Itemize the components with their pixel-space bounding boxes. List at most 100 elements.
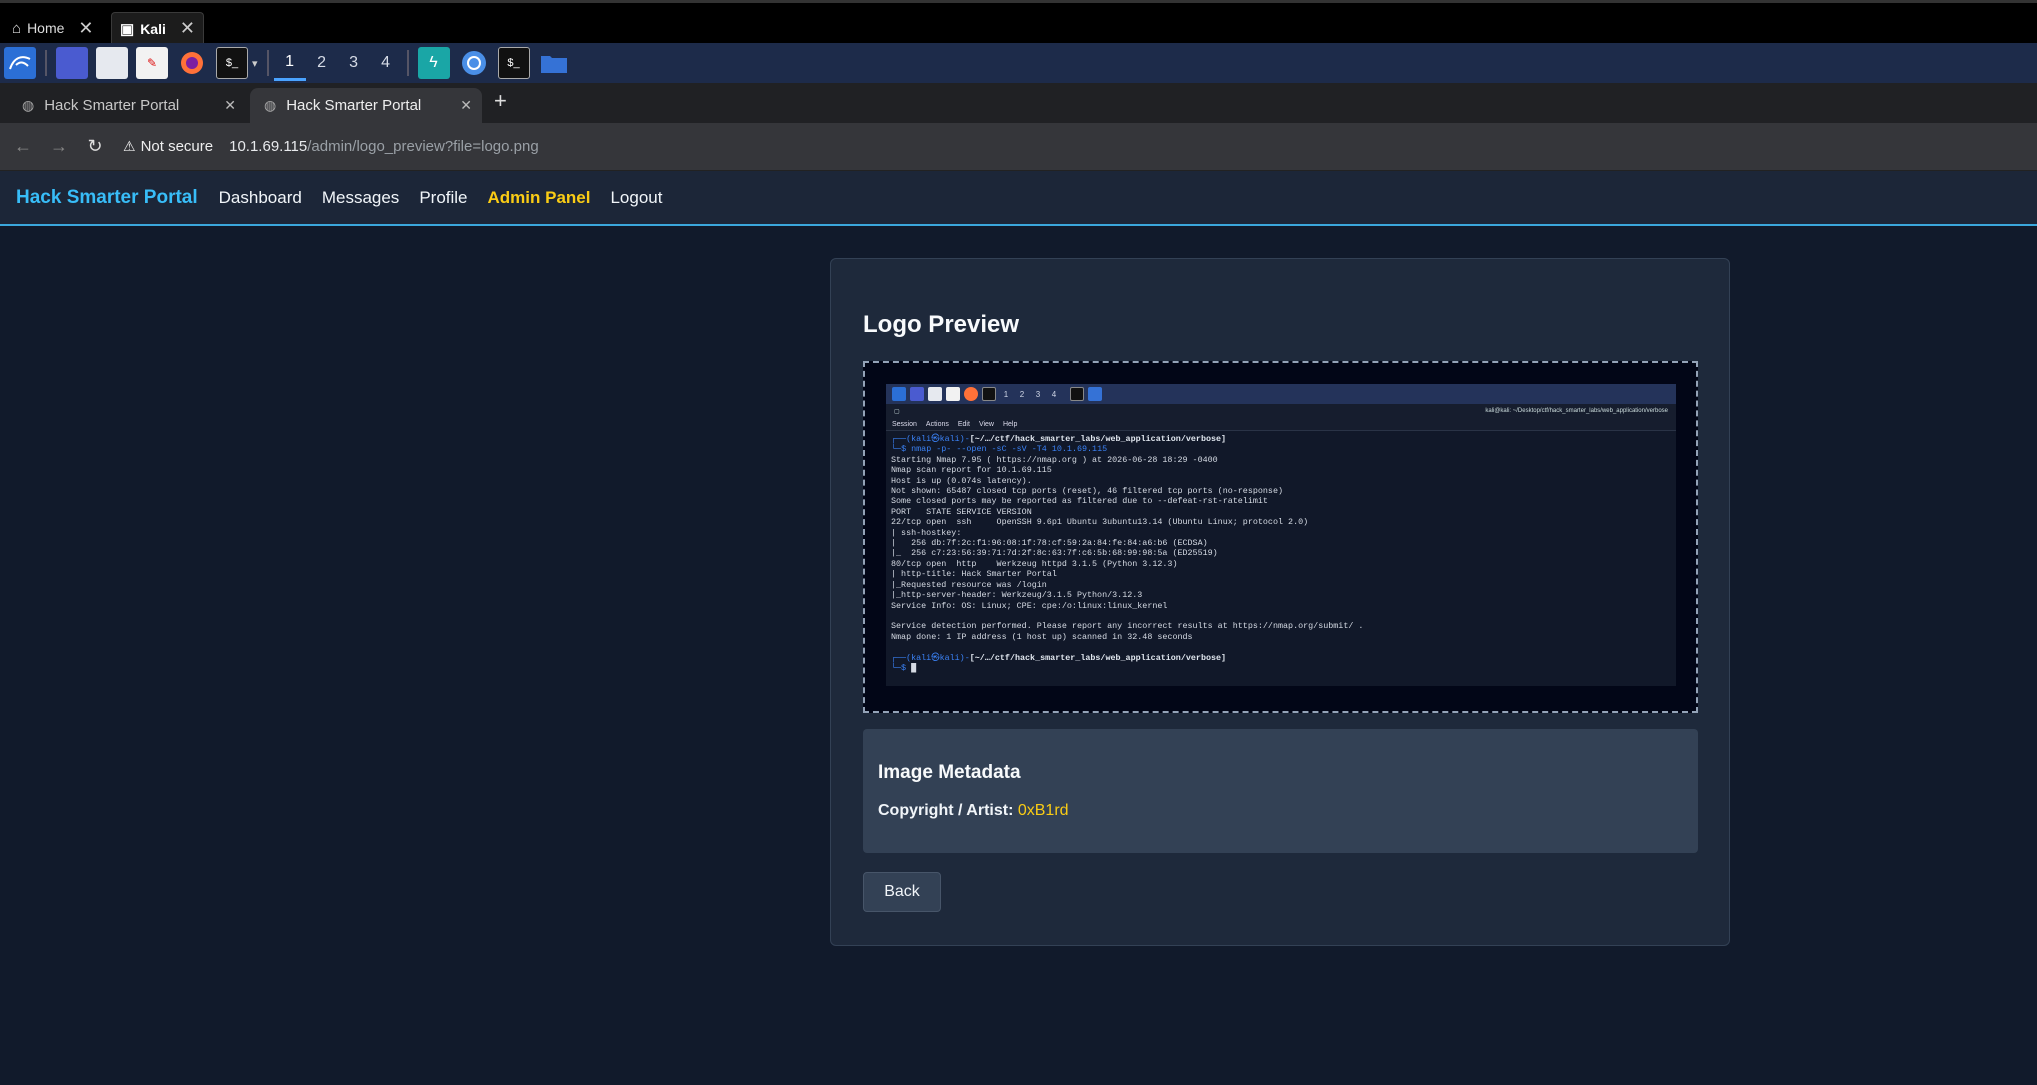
back-button[interactable]: Back	[863, 872, 941, 912]
folder-icon	[1088, 387, 1102, 401]
chevron-down-icon[interactable]: ▾	[252, 57, 258, 70]
logo-preview-frame: 1 2 3 4 ▢ kali@kali: ~/Desktop/ctf/hack_…	[863, 361, 1698, 713]
nav-logout[interactable]: Logout	[610, 188, 662, 208]
menu-help: Help	[1002, 420, 1018, 428]
browser-tab-label: Hack Smarter Portal	[286, 97, 422, 114]
chromium-icon[interactable]	[458, 47, 490, 79]
security-label: Not secure	[140, 138, 214, 155]
browser-tab[interactable]: ◍ Hack Smarter Portal ✕	[8, 88, 246, 123]
close-icon[interactable]: ✕	[224, 97, 236, 114]
terminal-line: |_http-server-header: Werkzeug/3.1.5 Pyt…	[891, 590, 1143, 601]
vm-tab-strip: ⌂ Home ✕ ▣ Kali ✕	[0, 0, 2037, 44]
browser-tab-active[interactable]: ◍ Hack Smarter Portal ✕	[250, 88, 482, 123]
terminal-icon	[982, 387, 996, 401]
desktop-icon	[910, 387, 924, 401]
kali-menu-icon[interactable]	[4, 47, 36, 79]
url-path: /admin/logo_preview?file=logo.png	[307, 138, 539, 155]
terminal-line: Nmap done: 1 IP address (1 host up) scan…	[891, 631, 1193, 642]
panel-separator	[45, 50, 47, 76]
metadata-label: Copyright / Artist:	[878, 802, 1014, 819]
address-bar: ← → ↻ ⚠ Not secure 10.1.69.115/admin/log…	[0, 123, 2037, 171]
page-title: Logo Preview	[863, 311, 1020, 338]
terminal-window-title: kali@kali: ~/Desktop/ctf/hack_smarter_la…	[1485, 408, 1668, 414]
nav-admin-panel[interactable]: Admin Panel	[488, 188, 591, 208]
terminal-line: 80/tcp open http Werkzeug httpd 3.1.5 (P…	[891, 558, 1178, 569]
terminal-line: Nmap scan report for 10.1.69.115	[891, 465, 1052, 476]
url-field[interactable]: 10.1.69.115/admin/logo_preview?file=logo…	[229, 138, 539, 155]
vm-tab-label: Home	[27, 20, 65, 36]
terminal-line: Not shown: 65487 closed tcp ports (reset…	[891, 486, 1284, 497]
globe-icon: ◍	[264, 97, 277, 113]
menu-edit: Edit	[957, 420, 970, 428]
site-navbar: Hack Smarter Portal Dashboard Messages P…	[0, 171, 2037, 226]
menu-actions: Actions	[925, 420, 949, 428]
vm-tab-kali[interactable]: ▣ Kali ✕	[111, 12, 204, 44]
terminal-command: $ nmap -p- --open -sC -sV -T4 10.1.69.11…	[901, 444, 1108, 455]
metadata-title: Image Metadata	[878, 762, 1021, 783]
close-icon[interactable]: ✕	[180, 18, 195, 39]
terminal-window-icon[interactable]: $_	[497, 47, 530, 79]
globe-icon: ◍	[22, 97, 35, 113]
reload-icon[interactable]: ↻	[77, 136, 113, 157]
nav-dashboard[interactable]: Dashboard	[219, 188, 302, 208]
close-icon[interactable]: ✕	[460, 97, 472, 114]
firefox-icon	[964, 387, 978, 401]
kali-menu-icon	[892, 387, 906, 401]
terminal-output: ┌──(kali㉿kali)-[~/…/ctf/hack_smarter_lab…	[886, 431, 1676, 676]
nav-messages[interactable]: Messages	[322, 188, 399, 208]
image-metadata-panel: Image Metadata Copyright / Artist: 0xB1r…	[863, 729, 1698, 853]
prompt-path: [~/…/ctf/hack_smarter_labs/web_applicati…	[969, 434, 1227, 444]
forward-arrow-icon[interactable]: →	[41, 136, 77, 157]
terminal-line: | 256 db:7f:2c:f1:96:08:1f:78:cf:59:2a:8…	[891, 538, 1208, 549]
preview-panel-bar: 1 2 3 4	[886, 384, 1676, 404]
panel-separator	[266, 50, 269, 76]
nav-profile[interactable]: Profile	[419, 188, 467, 208]
terminal-line: |_ 256 c7:23:56:39:71:7d:2f:8c:63:7f:c6:…	[891, 548, 1218, 559]
preview-image: 1 2 3 4 ▢ kali@kali: ~/Desktop/ctf/hack_…	[886, 384, 1676, 686]
firefox-icon[interactable]	[176, 47, 208, 79]
panel-separator	[406, 50, 409, 76]
text-editor-icon[interactable]: ✎	[136, 47, 168, 79]
kali-panel: ✎ $_ ▾ 1 2 3 4 ϟ $_	[0, 43, 2037, 83]
workspace-4[interactable]: 4	[370, 45, 402, 81]
workspace-3[interactable]: 3	[338, 45, 370, 81]
web-page: Hack Smarter Portal Dashboard Messages P…	[0, 171, 2037, 1085]
url-host: 10.1.69.115	[229, 138, 308, 155]
workspace-4: 4	[1051, 389, 1057, 399]
file-manager-icon[interactable]	[96, 47, 128, 79]
terminal-line: |_Requested resource was /login	[891, 579, 1047, 590]
workspace-1[interactable]: 1	[273, 45, 306, 81]
terminal-icon[interactable]: $_	[216, 47, 248, 79]
prompt-path: [~/…/ctf/hack_smarter_labs/web_applicati…	[969, 652, 1227, 663]
site-brand-link[interactable]: Hack Smarter Portal	[16, 187, 198, 209]
new-tab-button[interactable]: +	[494, 88, 507, 114]
workspace-2[interactable]: 2	[306, 45, 338, 81]
terminal-line: Service detection performed. Please repo…	[891, 621, 1364, 632]
text-editor-icon	[946, 387, 960, 401]
vm-tab-home[interactable]: ⌂ Home ✕	[4, 12, 102, 44]
terminal-line: PORT STATE SERVICE VERSION	[891, 506, 1032, 517]
desktop-icon[interactable]	[56, 47, 88, 79]
terminal-line: Some closed ports may be reported as fil…	[891, 496, 1268, 507]
burp-icon[interactable]: ϟ	[417, 47, 450, 79]
terminal-window-icon	[1070, 387, 1084, 401]
terminal-line: | http-title: Hack Smarter Portal	[891, 569, 1057, 580]
vm-tab-label: Kali	[140, 20, 166, 37]
security-indicator[interactable]: ⚠ Not secure	[123, 138, 213, 155]
back-arrow-icon[interactable]: ←	[5, 136, 41, 157]
terminal-title-bar: ▢ kali@kali: ~/Desktop/ctf/hack_smarter_…	[886, 404, 1676, 418]
terminal-line: | ssh-hostkey:	[891, 527, 962, 538]
vm-icon: ▣	[120, 20, 135, 38]
metadata-value: 0xB1rd	[1017, 802, 1069, 819]
terminal-line: Service Info: OS: Linux; CPE: cpe:/o:lin…	[891, 600, 1168, 611]
file-manager-icon	[928, 387, 942, 401]
terminal-line: Host is up (0.074s latency).	[891, 475, 1032, 486]
close-icon[interactable]: ✕	[78, 18, 93, 39]
terminal-line: Starting Nmap 7.95 ( https://nmap.org ) …	[891, 454, 1218, 465]
prompt-user: (kali㉿kali)	[906, 434, 965, 444]
folder-icon[interactable]	[538, 47, 570, 79]
nmap-output: Starting Nmap 7.95 ( https://nmap.org ) …	[891, 455, 1671, 642]
terminal-menu: Session Actions Edit View Help	[886, 418, 1676, 431]
logo-preview-card: Logo Preview 1 2 3 4 ▢ kali@kali: ~/Desk…	[830, 258, 1730, 946]
